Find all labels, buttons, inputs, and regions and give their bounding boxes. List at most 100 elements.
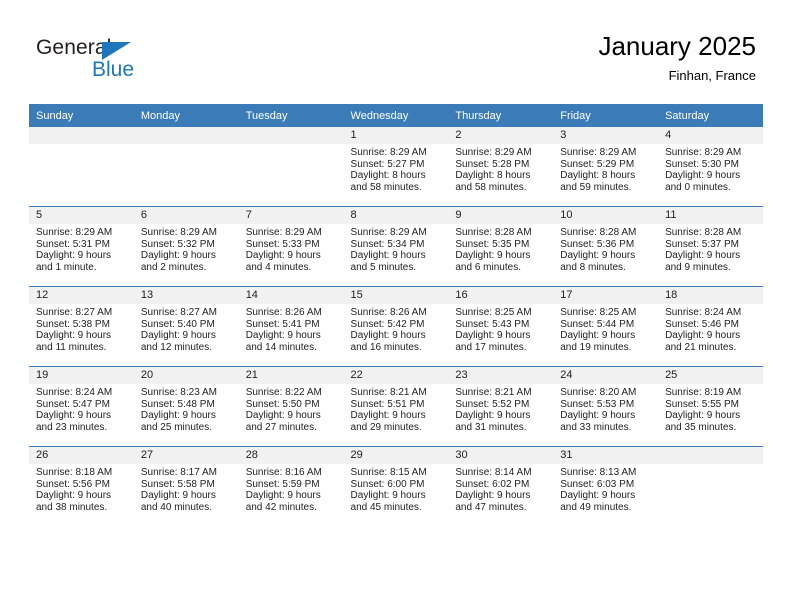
day-number: 27 — [133, 447, 239, 464]
sunrise-time: Sunrise: 8:29 AM — [140, 227, 217, 238]
daylight-duration-line1: Daylight: 9 hours — [455, 330, 531, 342]
calendar-week-row: 19 Sunrise: 8:24 AM Sunset: 5:47 PM Dayligh… — [29, 366, 763, 447]
sunset-time: Sunset: 6:02 PM — [455, 478, 530, 490]
calendar-day-cell[interactable]: 20 Sunrise: 8:23 AM Sunset: 5:48 PM Dayligh… — [133, 366, 239, 447]
calendar-day-cell[interactable]: 5 Sunrise: 8:29 AM Sunset: 5:31 PM Daylight… — [29, 206, 134, 287]
day-number: 29 — [343, 447, 449, 464]
daylight-duration-line1: Daylight: 9 hours — [36, 410, 112, 422]
daylight-duration-line1: Daylight: 9 hours — [560, 410, 636, 422]
calendar-day-cell[interactable]: 21 Sunrise: 8:22 AM Sunset: 5:50 PM Dayligh… — [238, 366, 344, 447]
calendar-header-row: Sunday Monday Tuesday Wednesday Thursday… — [29, 104, 763, 127]
general-blue-logo: General Blue — [36, 36, 216, 88]
daylight-duration-line1: Daylight: 9 hours — [140, 330, 216, 342]
calendar-day-cell[interactable]: 30 Sunrise: 8:14 AM Sunset: 6:02 PM Dayligh… — [448, 446, 554, 526]
sunrise-time: Sunrise: 8:29 AM — [560, 147, 637, 158]
calendar-table: Sunday Monday Tuesday Wednesday Thursday… — [29, 104, 763, 526]
logo-text-general: General — [36, 36, 112, 59]
day-number: 24 — [553, 367, 659, 384]
calendar-day-cell[interactable]: 1 Sunrise: 8:29 AM Sunset: 5:27 PM Daylight… — [343, 127, 449, 207]
sunset-time: Sunset: 5:28 PM — [455, 158, 530, 170]
daylight-duration-line2: and 19 minutes. — [560, 341, 632, 353]
calendar-day-cell[interactable]: 10 Sunrise: 8:28 AM Sunset: 5:36 PM Dayligh… — [553, 206, 659, 287]
calendar-day-cell[interactable]: 13 Sunrise: 8:27 AM Sunset: 5:40 PM Dayligh… — [133, 286, 239, 367]
calendar-day-cell[interactable]: 7 Sunrise: 8:29 AM Sunset: 5:33 PM Daylight… — [238, 206, 344, 287]
day-number: 16 — [448, 287, 554, 304]
daylight-duration-line2: and 16 minutes. — [350, 341, 422, 353]
daylight-duration-line2: and 14 minutes. — [245, 341, 317, 353]
weekday-header-wednesday: Wednesday — [343, 104, 449, 127]
sunset-time: Sunset: 5:59 PM — [245, 478, 320, 490]
daylight-duration-line1: Daylight: 8 hours — [455, 170, 531, 182]
sunset-time: Sunset: 5:36 PM — [560, 238, 635, 250]
daylight-duration-line1: Daylight: 8 hours — [560, 170, 636, 182]
weekday-header-friday: Friday — [553, 104, 659, 127]
daylight-duration-line2: and 58 minutes. — [350, 181, 422, 193]
calendar-day-cell[interactable]: 25 Sunrise: 8:19 AM Sunset: 5:55 PM Dayligh… — [658, 366, 763, 447]
calendar-day-cell[interactable]: 26 Sunrise: 8:18 AM Sunset: 5:56 PM Dayligh… — [29, 446, 134, 526]
calendar-day-cell[interactable]: 24 Sunrise: 8:20 AM Sunset: 5:53 PM Dayligh… — [553, 366, 659, 447]
sunrise-time: Sunrise: 8:21 AM — [350, 387, 427, 398]
calendar-day-cell[interactable]: 31 Sunrise: 8:13 AM Sunset: 6:03 PM Dayligh… — [553, 446, 659, 526]
day-number: 20 — [133, 367, 239, 384]
calendar-day-cell[interactable]: 18 Sunrise: 8:24 AM Sunset: 5:46 PM Dayligh… — [658, 286, 763, 367]
calendar-day-cell[interactable]: 14 Sunrise: 8:26 AM Sunset: 5:41 PM Dayligh… — [238, 286, 344, 367]
calendar-day-cell[interactable]: 29 Sunrise: 8:15 AM Sunset: 6:00 PM Dayligh… — [343, 446, 449, 526]
daylight-duration-line1: Daylight: 9 hours — [350, 490, 426, 502]
daylight-duration-line1: Daylight: 9 hours — [560, 490, 636, 502]
weekday-header-sunday: Sunday — [29, 104, 134, 127]
day-details: Sunrise: 8:24 AM Sunset: 5:46 PM Daylight:… — [658, 304, 763, 353]
calendar-week-row: 1 Sunrise: 8:29 AM Sunset: 5:27 PM Daylight… — [29, 127, 763, 207]
page-header: General Blue January 2025 Finhan, France — [0, 0, 792, 100]
sunrise-time: Sunrise: 8:28 AM — [560, 227, 637, 238]
day-number: 13 — [133, 287, 239, 304]
daylight-duration-line2: and 35 minutes. — [665, 421, 737, 433]
calendar-day-cell[interactable]: 6 Sunrise: 8:29 AM Sunset: 5:32 PM Daylight… — [133, 206, 239, 287]
calendar-day-cell[interactable]: 2 Sunrise: 8:29 AM Sunset: 5:28 PM Daylight… — [448, 127, 554, 207]
day-details: Sunrise: 8:14 AM Sunset: 6:02 PM Daylight:… — [448, 464, 553, 513]
calendar-day-cell[interactable]: 23 Sunrise: 8:21 AM Sunset: 5:52 PM Dayligh… — [448, 366, 554, 447]
weekday-header-tuesday: Tuesday — [238, 104, 344, 127]
day-details: Sunrise: 8:26 AM Sunset: 5:42 PM Daylight:… — [344, 304, 449, 353]
sunset-time: Sunset: 6:03 PM — [560, 478, 635, 490]
calendar-day-cell[interactable]: 17 Sunrise: 8:25 AM Sunset: 5:44 PM Dayligh… — [553, 286, 659, 367]
calendar-day-cell[interactable]: 22 Sunrise: 8:21 AM Sunset: 5:51 PM Dayligh… — [343, 366, 449, 447]
daylight-duration-line1: Daylight: 9 hours — [665, 170, 741, 182]
calendar-day-cell[interactable]: 12 Sunrise: 8:27 AM Sunset: 5:38 PM Dayligh… — [29, 286, 134, 367]
sunrise-time: Sunrise: 8:22 AM — [245, 387, 322, 398]
sunset-time: Sunset: 5:56 PM — [36, 478, 110, 490]
daylight-duration-line2: and 40 minutes. — [140, 501, 213, 513]
day-details: Sunrise: 8:29 AM Sunset: 5:33 PM Daylight:… — [239, 224, 344, 273]
sunrise-time: Sunrise: 8:13 AM — [560, 467, 637, 478]
daylight-duration-line1: Daylight: 9 hours — [455, 410, 531, 422]
daylight-duration-line1: Daylight: 9 hours — [350, 410, 426, 422]
sunrise-time: Sunrise: 8:29 AM — [665, 147, 742, 158]
calendar-day-cell[interactable]: 27 Sunrise: 8:17 AM Sunset: 5:58 PM Dayligh… — [133, 446, 239, 526]
daylight-duration-line1: Daylight: 9 hours — [455, 490, 531, 502]
calendar-day-cell[interactable]: 19 Sunrise: 8:24 AM Sunset: 5:47 PM Dayligh… — [29, 366, 134, 447]
daylight-duration-line2: and 17 minutes. — [455, 341, 527, 353]
calendar-day-cell[interactable]: 8 Sunrise: 8:29 AM Sunset: 5:34 PM Daylight… — [343, 206, 449, 287]
sunrise-time: Sunrise: 8:29 AM — [350, 227, 427, 238]
calendar-day-cell[interactable]: 11 Sunrise: 8:28 AM Sunset: 5:37 PM Dayligh… — [658, 206, 763, 287]
sunset-time: Sunset: 5:37 PM — [665, 238, 739, 250]
day-number — [238, 127, 344, 144]
day-number: 3 — [553, 127, 659, 144]
calendar-day-cell[interactable]: 3 Sunrise: 8:29 AM Sunset: 5:29 PM Daylight… — [553, 127, 659, 207]
daylight-duration-line1: Daylight: 9 hours — [36, 490, 112, 502]
day-cell-inner: 23 Sunrise: 8:21 AM Sunset: 5:52 PM Dayligh… — [448, 367, 554, 446]
day-cell-inner: 4 Sunrise: 8:29 AM Sunset: 5:30 PM Daylight… — [658, 127, 763, 206]
day-details: Sunrise: 8:24 AM Sunset: 5:47 PM Daylight:… — [29, 384, 134, 433]
calendar-day-cell[interactable]: 28 Sunrise: 8:16 AM Sunset: 5:59 PM Dayligh… — [238, 446, 344, 526]
sunrise-time: Sunrise: 8:25 AM — [560, 307, 637, 318]
calendar-day-cell[interactable]: 9 Sunrise: 8:28 AM Sunset: 5:35 PM Daylight… — [448, 206, 554, 287]
sunset-time: Sunset: 5:44 PM — [560, 318, 635, 330]
daylight-duration-line2: and 2 minutes. — [140, 261, 207, 273]
calendar-day-cell[interactable]: 4 Sunrise: 8:29 AM Sunset: 5:30 PM Daylight… — [658, 127, 763, 207]
day-details: Sunrise: 8:29 AM Sunset: 5:30 PM Daylight:… — [658, 144, 763, 193]
day-number: 7 — [238, 207, 344, 224]
calendar-day-cell[interactable]: 16 Sunrise: 8:25 AM Sunset: 5:43 PM Dayligh… — [448, 286, 554, 367]
daylight-duration-line2: and 42 minutes. — [245, 501, 317, 513]
calendar-day-cell[interactable]: 15 Sunrise: 8:26 AM Sunset: 5:42 PM Dayligh… — [343, 286, 449, 367]
day-details: Sunrise: 8:27 AM Sunset: 5:38 PM Daylight:… — [29, 304, 134, 353]
weekday-header-monday: Monday — [133, 104, 239, 127]
